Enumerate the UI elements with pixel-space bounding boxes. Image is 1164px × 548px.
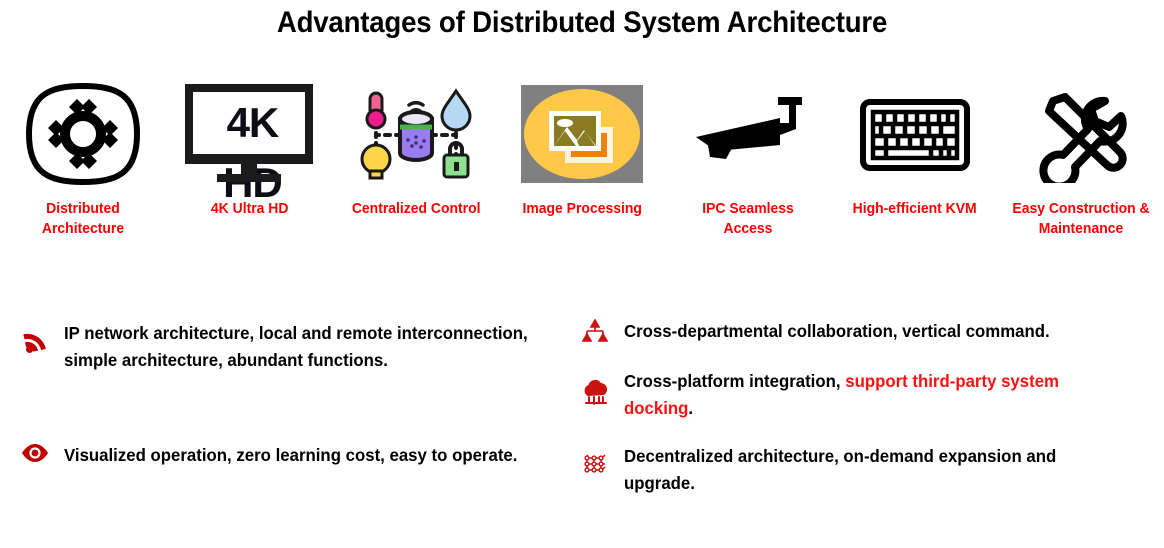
feature-label: Easy Construction & Maintenance bbox=[1012, 200, 1150, 238]
bullet-text: IP network architecture, local and remot… bbox=[64, 323, 528, 371]
feature-label: High-efficient KVM bbox=[852, 200, 977, 217]
page-title: Advantages of Distributed System Archite… bbox=[276, 6, 888, 39]
smart-hub-sensors-icon bbox=[360, 88, 472, 180]
monitor-screen-text: 4K HD bbox=[223, 99, 283, 206]
lightbulb-icon bbox=[360, 143, 392, 180]
feature-high-efficient-kvm[interactable]: High-efficient KVM bbox=[831, 82, 997, 219]
bullet-visualized-operation: Visualized operation, zero learning cost… bbox=[18, 442, 536, 469]
bullet-text: Visualized operation, zero learning cost… bbox=[64, 445, 518, 465]
feature-label: IPC Seamless Access bbox=[702, 200, 795, 238]
feature-image-processing[interactable]: Image Processing bbox=[499, 82, 665, 219]
thermometer-icon bbox=[365, 91, 387, 130]
feature-art bbox=[686, 82, 810, 186]
bullet-sections: IP network architecture, local and remot… bbox=[0, 310, 1164, 548]
feature-label: Centralized Control bbox=[351, 200, 481, 217]
keyboard-icon bbox=[859, 99, 970, 171]
feature-art bbox=[24, 82, 142, 186]
feature-4k-ultra-hd[interactable]: 4K HD 4K Ultra HD bbox=[166, 82, 332, 219]
mesh-grid-icon bbox=[578, 452, 612, 478]
feature-ipc-seamless-access[interactable]: IPC Seamless Access bbox=[665, 82, 831, 240]
cctv-camera-icon bbox=[696, 97, 803, 159]
feature-centralized-control[interactable]: Centralized Control bbox=[333, 82, 499, 219]
rss-signal-icon bbox=[18, 328, 52, 354]
feature-art bbox=[1019, 82, 1143, 186]
bullet-cross-platform-integration: Cross-platform integration, support thir… bbox=[578, 368, 1148, 422]
bullet-text: Cross-platform integration, support thir… bbox=[624, 368, 1127, 422]
feature-label: 4K Ultra HD bbox=[210, 200, 289, 217]
bullet-cross-departmental-collaboration: Cross-departmental collaboration, vertic… bbox=[578, 318, 1067, 345]
monitor-4k-hd-icon: 4K HD bbox=[185, 84, 314, 206]
bullet-text: Decentralized architecture, on-demand ex… bbox=[624, 446, 1057, 494]
bullet-text: Cross-departmental collaboration, vertic… bbox=[624, 321, 1050, 341]
org-chart-hierarchy-icon bbox=[578, 319, 612, 345]
feature-easy-construction-maintenance[interactable]: Easy Construction & Maintenance bbox=[998, 82, 1164, 240]
feature-icon-row: Distributed Architecture 4K HD 4K Ultra … bbox=[0, 82, 1164, 240]
hub-icon bbox=[397, 101, 434, 162]
bullet-ip-network-architecture: IP network architecture, local and remot… bbox=[18, 320, 574, 374]
feature-label: Image Processing bbox=[522, 200, 642, 217]
eye-icon bbox=[18, 443, 52, 463]
feature-label: Distributed Architecture bbox=[42, 200, 125, 238]
wrench-screwdriver-icon bbox=[1039, 93, 1127, 183]
photo-stack-icon bbox=[520, 85, 643, 183]
feature-art: 4K HD bbox=[185, 82, 314, 206]
feature-art bbox=[354, 82, 478, 186]
water-drop-icon bbox=[440, 88, 472, 132]
feature-art bbox=[853, 82, 977, 186]
bullet-text-plain: Cross-platform integration, bbox=[624, 371, 846, 391]
feature-art bbox=[520, 82, 643, 186]
distributed-network-hub-icon bbox=[26, 82, 141, 186]
feature-distributed-architecture[interactable]: Distributed Architecture bbox=[0, 82, 166, 240]
bullet-text-period: . bbox=[688, 398, 694, 419]
cloud-icon bbox=[578, 378, 612, 406]
bullet-decentralized-architecture: Decentralized architecture, on-demand ex… bbox=[578, 443, 1148, 497]
